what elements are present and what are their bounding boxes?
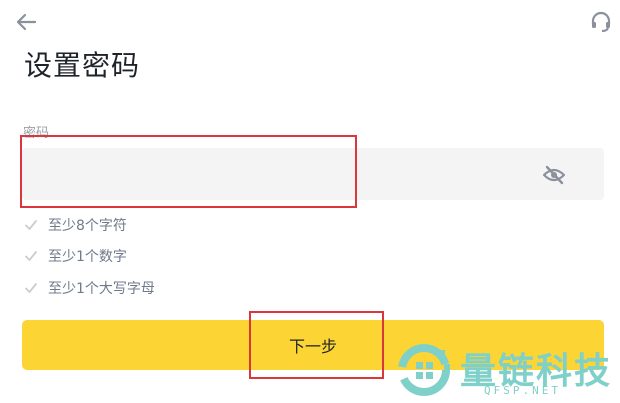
password-input[interactable] [32,148,536,202]
password-field[interactable] [22,148,604,202]
requirement-item: 至少8个字符 [24,209,155,241]
requirement-item: 至少1个大写字母 [24,272,155,304]
arrow-left-icon[interactable] [14,10,38,34]
requirement-label: 至少1个大写字母 [48,280,155,297]
page-title: 设置密码 [24,49,141,82]
check-icon [25,219,37,230]
requirement-item: 至少1个数字 [24,241,155,273]
watermark-domain: QFSP.NET [484,384,561,397]
password-requirements: 至少8个字符 至少1个数字 至少1个大写字母 [24,209,155,304]
watermark-logo-icon [398,344,450,396]
watermark: 量链科技 QFSP.NET [398,340,620,403]
eye-off-icon[interactable] [541,163,567,187]
check-icon [25,282,37,293]
check-icon [25,251,37,262]
requirement-label: 至少8个字符 [48,217,127,234]
headset-icon[interactable] [589,10,613,34]
password-label: 密码 [23,126,50,141]
requirement-label: 至少1个数字 [48,249,127,266]
